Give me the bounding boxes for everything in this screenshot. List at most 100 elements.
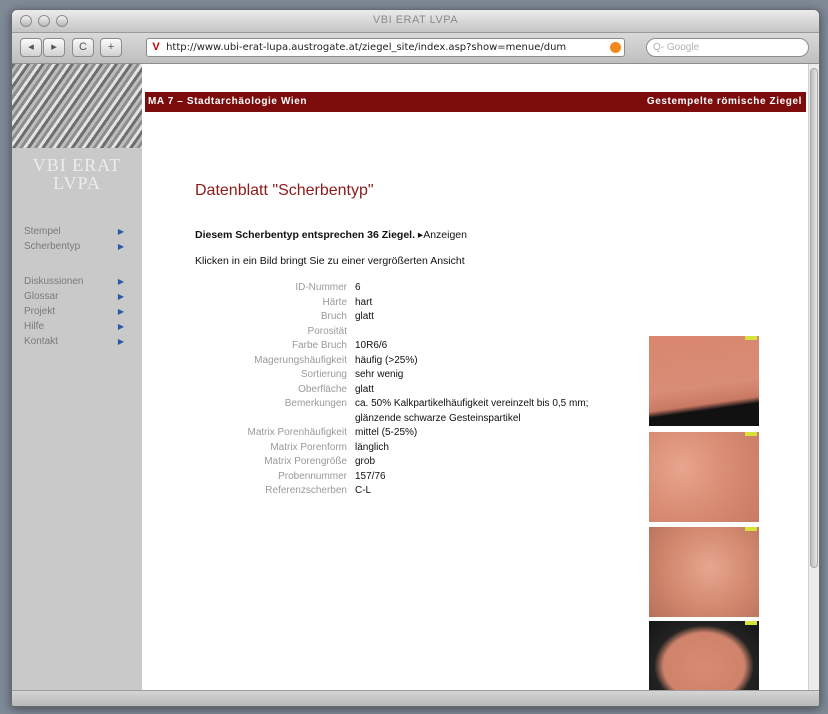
field-label: Bruch [320, 311, 347, 322]
arrow-right-icon: ▶ [117, 227, 124, 236]
sidebar-item-projekt[interactable]: Projekt ▶ [24, 304, 124, 319]
title-bar: VBI ERAT LVPA [12, 10, 819, 33]
site-logo-text: VBI ERAT LVPA [32, 155, 122, 193]
header-banner: MA 7 – Stadtarchäologie Wien Gestempelte… [145, 92, 806, 112]
sidebar: VBI ERAT LVPA Stempel ▶ Scherbentyp ▶ Di… [12, 64, 142, 691]
browser-toolbar: ◂ ▸ C + V http://www.ubi-erat-lupa.austr… [12, 33, 819, 64]
field-label: Bemerkungen [284, 398, 347, 409]
count-text: Diesem Scherbentyp entsprechen 36 Ziegel… [195, 229, 415, 241]
arrow-right-icon: ▶ [117, 292, 124, 301]
field-label: Sortierung [300, 369, 347, 380]
field-value: 6 [355, 282, 361, 293]
field-value: mittel (5-25%) [355, 427, 418, 438]
arrow-right-icon: ▶ [117, 337, 124, 346]
sidebar-item-label: Scherbentyp [24, 241, 81, 252]
sample-photo-2[interactable] [649, 432, 759, 522]
field-label: Oberfläche [298, 383, 347, 395]
table-row: Porosität [197, 325, 627, 340]
field-label: Härte [322, 296, 347, 308]
sidebar-item-stempel[interactable]: Stempel ▶ [24, 224, 124, 239]
arrow-right-icon: ▶ [117, 307, 124, 316]
field-value: glatt [355, 311, 374, 322]
main-panel: MA 7 – Stadtarchäologie Wien Gestempelte… [142, 64, 809, 706]
sample-photo-1[interactable] [649, 336, 759, 426]
field-label: Magerungshäufigkeit [254, 354, 347, 366]
sidebar-item-glossar[interactable]: Glossar ▶ [24, 289, 124, 304]
field-value: ca. 50% Kalkpartikelhäufigkeit vereinzel… [355, 398, 589, 424]
field-label: Porosität [307, 325, 347, 337]
field-value: glatt [355, 383, 374, 395]
field-value: C-L [355, 485, 372, 496]
table-row: Oberfläche glatt [197, 383, 627, 398]
table-row: ID-Nummer 6 [197, 281, 627, 296]
sidebar-item-kontakt[interactable]: Kontakt ▶ [24, 334, 124, 349]
vertical-scrollbar[interactable] [808, 64, 819, 691]
sidebar-item-label: Stempel [24, 226, 61, 237]
photo-tag-icon [745, 432, 757, 436]
banner-left-text: MA 7 – Stadtarchäologie Wien [148, 96, 308, 107]
sidebar-item-label: Hilfe [24, 321, 45, 332]
count-line: Diesem Scherbentyp entsprechen 36 Ziegel… [195, 229, 467, 241]
table-row: Farbe Bruch 10R6/6 [197, 339, 627, 354]
scroll-thumb[interactable] [810, 68, 818, 568]
field-value: 157/76 [355, 470, 386, 482]
window-title: VBI ERAT LVPA [372, 14, 459, 26]
reload-button[interactable]: C [72, 38, 94, 57]
field-value: 10R6/6 [355, 340, 388, 351]
table-row: Bruch glatt [197, 310, 627, 325]
arrow-right-icon: ▶ [117, 322, 124, 331]
table-row: Härte hart [197, 296, 627, 311]
table-row: Matrix Porengröße grob [197, 455, 627, 470]
field-value: sehr wenig [355, 369, 404, 380]
data-table: ID-Nummer 6 Härte hart Bruch glatt Porositä… [197, 281, 627, 499]
url-text: http://www.ubi-erat-lupa.austrogate.at/z… [166, 42, 567, 53]
show-link[interactable]: ▸Anzeigen [418, 229, 467, 241]
field-value: länglich [355, 441, 389, 453]
sample-photo-3[interactable] [649, 527, 759, 617]
field-value: grob [355, 456, 376, 467]
search-input[interactable]: Q- Google [646, 38, 809, 57]
back-button[interactable]: ◂ [20, 38, 42, 57]
sidebar-item-label: Diskussionen [24, 276, 84, 287]
table-row: Magerungshäufigkeit häufig (>25%) [197, 354, 627, 369]
sidebar-item-scherbentyp[interactable]: Scherbentyp ▶ [24, 239, 124, 254]
logo-relief-image [12, 64, 142, 148]
hint-text: Klicken in ein Bild bringt Sie zu einer … [195, 255, 465, 267]
sidebar-item-label: Glossar [24, 291, 59, 302]
field-label: Probennummer [278, 470, 347, 482]
field-label: Matrix Porengröße [264, 456, 347, 467]
arrow-right-icon: ▶ [117, 242, 124, 251]
table-row: Matrix Porenform länglich [197, 441, 627, 456]
page-content: VBI ERAT LVPA Stempel ▶ Scherbentyp ▶ Di… [12, 64, 819, 706]
sidebar-item-hilfe[interactable]: Hilfe ▶ [24, 319, 124, 334]
photo-tag-icon [745, 621, 757, 625]
field-value: hart [355, 296, 373, 308]
photo-tag-icon [745, 527, 757, 531]
field-label: Matrix Porenform [270, 441, 347, 453]
sidebar-nav-bottom: Diskussionen ▶ Glossar ▶ Projekt ▶ Hilfe… [24, 274, 124, 349]
sidebar-nav-top: Stempel ▶ Scherbentyp ▶ [24, 224, 124, 254]
rss-icon[interactable] [610, 42, 621, 53]
sidebar-item-label: Projekt [24, 306, 56, 317]
sidebar-item-label: Kontakt [24, 336, 58, 347]
field-label: Matrix Porenhäufigkeit [247, 427, 348, 438]
field-label: Referenzscherben [265, 485, 347, 496]
page-title: Datenblatt "Scherbentyp" [195, 182, 374, 199]
browser-window: VBI ERAT LVPA ◂ ▸ C + V http://www.ubi-e… [11, 9, 820, 707]
arrow-right-icon: ▶ [117, 277, 124, 286]
field-label: ID-Nummer [295, 282, 347, 293]
site-favicon-icon: V [152, 41, 160, 53]
field-label: Farbe Bruch [291, 340, 347, 351]
field-value: häufig (>25%) [355, 354, 418, 366]
status-bar [12, 690, 819, 706]
forward-button[interactable]: ▸ [43, 38, 65, 57]
banner-right-text: Gestempelte römische Ziegel [646, 96, 802, 107]
table-row: Probennummer 157/76 [197, 470, 627, 485]
table-row: Bemerkungen ca. 50% Kalkpartikelhäufigkei… [197, 397, 627, 426]
add-bookmark-button[interactable]: + [100, 38, 122, 57]
address-bar[interactable]: V http://www.ubi-erat-lupa.austrogate.at… [146, 38, 625, 57]
table-row: Sortierung sehr wenig [197, 368, 627, 383]
sidebar-item-diskussionen[interactable]: Diskussionen ▶ [24, 274, 124, 289]
table-row: Referenzscherben C-L [197, 484, 627, 499]
photo-tag-icon [745, 336, 757, 340]
